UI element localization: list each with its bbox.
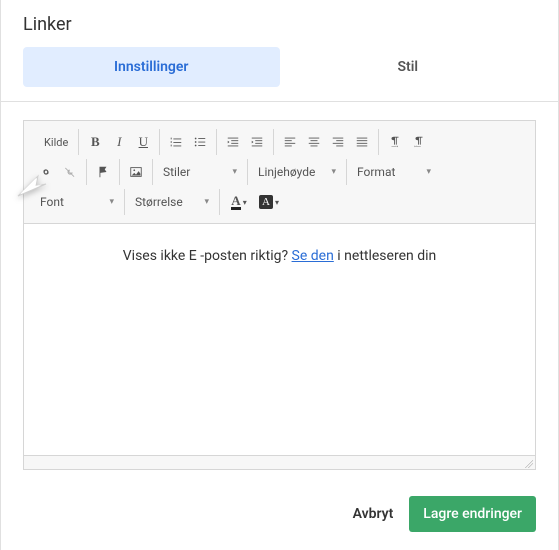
- align-right-button[interactable]: [326, 130, 350, 154]
- italic-button[interactable]: I: [107, 130, 131, 154]
- anchor-button[interactable]: [91, 160, 115, 184]
- format-select[interactable]: Format▾: [351, 160, 437, 184]
- bulleted-list-icon: [193, 135, 207, 149]
- lineheight-select[interactable]: Linjehøyde▾: [252, 160, 342, 184]
- save-button[interactable]: Lagre endringer: [409, 496, 536, 532]
- editor-toolbar: Kilde B I U: [23, 120, 536, 224]
- content-suffix: i nettleseren din: [334, 248, 436, 264]
- link-icon: [39, 165, 53, 179]
- align-justify-icon: [355, 135, 369, 149]
- underline-button[interactable]: U: [131, 130, 155, 154]
- font-label: Font: [40, 195, 64, 209]
- tab-style[interactable]: Stil: [280, 47, 537, 87]
- text-color-icon: A: [231, 195, 240, 210]
- styles-select[interactable]: Stiler▾: [157, 160, 243, 184]
- link-button[interactable]: [34, 160, 58, 184]
- rtl-icon: [412, 135, 426, 149]
- ltr-icon: [388, 135, 402, 149]
- align-right-icon: [331, 135, 345, 149]
- unlink-button[interactable]: [58, 160, 82, 184]
- content-link[interactable]: Se den: [292, 248, 334, 264]
- bulleted-list-button[interactable]: [188, 130, 212, 154]
- panel-title: Linker: [1, 0, 558, 47]
- ltr-button[interactable]: [383, 130, 407, 154]
- outdent-button[interactable]: [221, 130, 245, 154]
- tabs: Innstillinger Stil: [1, 47, 558, 101]
- outdent-icon: [226, 135, 240, 149]
- text-color-button[interactable]: A ▾: [224, 190, 254, 214]
- size-label: Størrelse: [135, 195, 183, 209]
- align-left-button[interactable]: [278, 130, 302, 154]
- unlink-icon: [63, 165, 77, 179]
- tab-settings[interactable]: Innstillinger: [23, 47, 280, 87]
- flag-icon: [96, 165, 110, 179]
- image-icon: [129, 165, 143, 179]
- bg-color-icon: A: [259, 195, 273, 209]
- source-label: Kilde: [44, 136, 68, 149]
- bg-color-button[interactable]: A ▾: [254, 190, 284, 214]
- font-select[interactable]: Font▾: [34, 190, 120, 214]
- format-label: Format: [357, 165, 395, 179]
- image-button[interactable]: [124, 160, 148, 184]
- resize-grip-icon: [523, 458, 533, 468]
- cancel-button[interactable]: Avbryt: [353, 506, 394, 522]
- align-center-icon: [307, 135, 321, 149]
- resize-handle[interactable]: [23, 456, 536, 470]
- content-prefix: Vises ikke E -posten riktig?: [123, 248, 292, 264]
- size-select[interactable]: Størrelse▾: [129, 190, 215, 214]
- styles-label: Stiler: [163, 165, 190, 179]
- numbered-list-icon: [169, 135, 183, 149]
- rtl-button[interactable]: [407, 130, 431, 154]
- lineheight-label: Linjehøyde: [258, 165, 315, 179]
- align-justify-button[interactable]: [350, 130, 374, 154]
- align-left-icon: [283, 135, 297, 149]
- indent-icon: [250, 135, 264, 149]
- source-button[interactable]: Kilde: [34, 130, 74, 154]
- indent-button[interactable]: [245, 130, 269, 154]
- numbered-list-button[interactable]: [164, 130, 188, 154]
- align-center-button[interactable]: [302, 130, 326, 154]
- editor-content[interactable]: Vises ikke E -posten riktig? Se den i ne…: [23, 224, 536, 456]
- bold-button[interactable]: B: [83, 130, 107, 154]
